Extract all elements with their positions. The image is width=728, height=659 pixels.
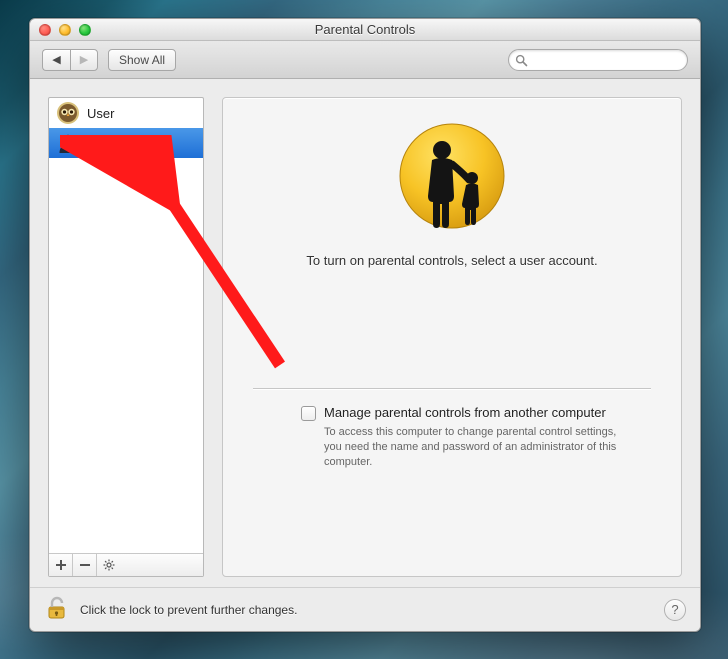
content-area: User Guest User	[30, 79, 700, 587]
minus-icon	[80, 560, 90, 570]
parental-controls-icon	[396, 120, 508, 235]
gear-icon	[103, 559, 115, 571]
avatar-icon	[57, 132, 79, 154]
sidebar-actions-button[interactable]	[97, 554, 121, 576]
back-button[interactable]: ◀	[42, 49, 70, 71]
sidebar-item-user[interactable]: User	[49, 98, 203, 128]
user-sidebar: User Guest User	[48, 97, 204, 577]
manage-remote-label: Manage parental controls from another co…	[324, 405, 606, 420]
window-footer: Click the lock to prevent further change…	[30, 587, 700, 631]
search-input[interactable]	[533, 53, 679, 67]
remove-user-button[interactable]	[73, 554, 97, 576]
zoom-window-button[interactable]	[79, 24, 91, 36]
help-icon: ?	[671, 602, 678, 617]
chevron-left-icon: ◀	[52, 53, 60, 66]
detail-prompt: To turn on parental controls, select a u…	[306, 253, 597, 268]
titlebar: Parental Controls	[30, 19, 700, 41]
sidebar-item-label: Guest User	[87, 136, 153, 151]
sidebar-footer	[49, 553, 203, 576]
manage-remote-description: To access this computer to change parent…	[324, 425, 631, 470]
window-title: Parental Controls	[30, 22, 700, 37]
lock-icon[interactable]	[44, 595, 70, 624]
user-list: User Guest User	[49, 98, 203, 553]
toolbar: ◀ ▶ Show All	[30, 41, 700, 79]
add-user-button[interactable]	[49, 554, 73, 576]
search-icon	[515, 54, 528, 67]
search-field[interactable]	[508, 49, 688, 71]
close-window-button[interactable]	[39, 24, 51, 36]
manage-remote-section: Manage parental controls from another co…	[253, 389, 651, 470]
minimize-window-button[interactable]	[59, 24, 71, 36]
chevron-right-icon: ▶	[80, 53, 88, 66]
manage-remote-checkbox[interactable]	[301, 406, 316, 421]
preferences-window: Parental Controls ◀ ▶ Show All	[29, 18, 701, 632]
traffic-lights	[30, 24, 91, 36]
help-button[interactable]: ?	[664, 599, 686, 621]
detail-panel: To turn on parental controls, select a u…	[222, 97, 682, 577]
forward-button[interactable]: ▶	[70, 49, 98, 71]
lock-text: Click the lock to prevent further change…	[80, 603, 297, 617]
plus-icon	[56, 560, 66, 570]
sidebar-item-label: User	[87, 106, 114, 121]
show-all-button[interactable]: Show All	[108, 49, 176, 71]
sidebar-item-guest-user[interactable]: Guest User	[49, 128, 203, 158]
avatar-icon	[57, 102, 79, 124]
nav-segment: ◀ ▶	[42, 49, 98, 71]
